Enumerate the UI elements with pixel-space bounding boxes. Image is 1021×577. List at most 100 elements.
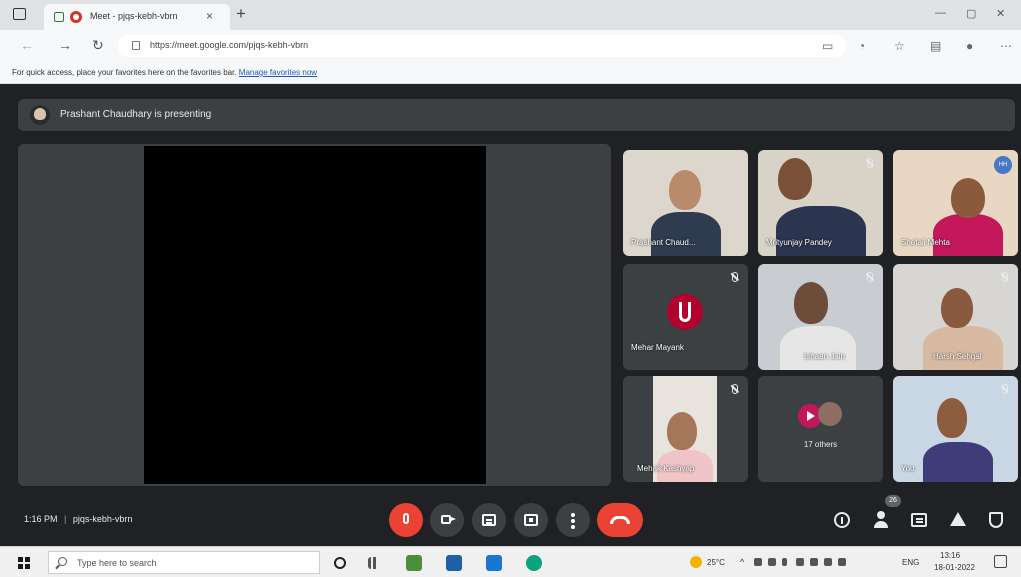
captions-button[interactable] [472, 503, 506, 537]
address-bar[interactable]: https://meet.google.com/pjqs-kebh-vbrn [118, 35, 846, 57]
present-screen-icon [524, 514, 538, 526]
participant-tile[interactable]: Ishaan Jain [758, 264, 883, 370]
activities-icon[interactable] [948, 510, 968, 530]
files-app-icon[interactable] [486, 555, 502, 571]
participant-face [951, 178, 985, 218]
settings-more-icon[interactable]: ⋯ [1000, 39, 1012, 53]
presenting-banner: Prashant Chaudhary is presenting [18, 99, 1015, 131]
collections-icon[interactable]: ▤ [930, 39, 941, 53]
reload-button[interactable]: ↻ [92, 37, 104, 54]
participant-name: Prashant Chaud... [631, 238, 696, 247]
maximize-button[interactable]: ▢ [966, 7, 976, 20]
manage-favorites-link[interactable]: Manage favorites now [239, 68, 317, 77]
mic-off-icon [732, 272, 738, 282]
more-vert-icon [571, 513, 575, 517]
participant-body [651, 212, 721, 256]
forward-button[interactable]: → [58, 37, 72, 53]
participant-body [776, 206, 866, 256]
participant-tile[interactable]: HH Shefali Mehta [893, 150, 1018, 256]
chat-icon[interactable] [911, 513, 927, 527]
participant-tile-others[interactable]: 17 others [758, 376, 883, 482]
participant-name: Shefali Mehta [901, 238, 950, 247]
tray-app-icon[interactable] [810, 558, 818, 566]
mic-off-icon [867, 272, 873, 282]
lock-icon[interactable] [132, 41, 140, 50]
participant-face [778, 158, 812, 200]
tab-close-icon[interactable]: × [206, 9, 213, 23]
participant-body [933, 214, 1003, 256]
task-view-icon[interactable] [368, 557, 384, 569]
present-now-button[interactable] [514, 503, 548, 537]
presentation-panel[interactable] [18, 144, 611, 486]
mic-off-icon [1002, 384, 1008, 394]
meeting-time: 1:16 PM [24, 514, 58, 524]
new-tab-button[interactable]: + [236, 4, 246, 24]
participant-name: Mehar Mayank [631, 343, 684, 352]
host-controls-icon[interactable] [989, 512, 1003, 528]
battery-icon[interactable] [782, 558, 787, 566]
more-options-button[interactable] [556, 503, 590, 537]
browser-tab-bar: Meet - pjqs-kebh-vbrn × + — ▢ ✕ [0, 0, 1021, 30]
favorites-bar: For quick access, place your favorites h… [0, 62, 1021, 84]
notifications-icon[interactable] [994, 555, 1007, 568]
tray-app-icon[interactable] [754, 558, 762, 566]
mic-off-icon [732, 384, 738, 394]
participant-face [667, 412, 697, 450]
hang-up-icon [610, 516, 630, 524]
camera-indicator-icon[interactable]: ▭ [822, 39, 833, 53]
taskbar-clock-time[interactable]: 13:16 [940, 551, 960, 560]
participant-tile[interactable]: Mrityunjay Pandey [758, 150, 883, 256]
camera-toggle-button[interactable] [430, 503, 464, 537]
favorites-prompt: For quick access, place your favorites h… [12, 68, 317, 77]
people-icon[interactable] [872, 510, 892, 530]
presenter-avatar [30, 105, 50, 125]
volume-icon[interactable] [824, 558, 832, 566]
weather-sun-icon[interactable] [690, 556, 702, 568]
maps-app-icon[interactable] [406, 555, 422, 571]
taskbar-search-placeholder[interactable]: Type here to search [77, 558, 157, 568]
profile-icon[interactable]: ● [966, 39, 973, 53]
tab-actions-icon[interactable] [13, 8, 26, 20]
weather-temperature[interactable]: 25°C [707, 558, 725, 567]
tray-app-icon[interactable] [768, 558, 776, 566]
windows-start-icon[interactable] [18, 557, 30, 569]
favorites-prompt-text: For quick access, place your favorites h… [12, 68, 237, 77]
input-language[interactable]: ENG [902, 558, 919, 567]
minimize-button[interactable]: — [935, 7, 946, 19]
url-text[interactable]: https://meet.google.com/pjqs-kebh-vbrn [150, 40, 308, 50]
others-avatar-icon [818, 402, 842, 426]
participant-name: Ishaan Jain [804, 352, 845, 361]
back-button[interactable]: ← [20, 37, 34, 53]
taskbar-search-box[interactable]: Type here to search [48, 551, 320, 574]
microphone-toggle-button[interactable] [389, 503, 423, 537]
meet-window: Prashant Chaudhary is presenting Prashan… [0, 84, 1021, 546]
participant-tile[interactable]: Prashant Chaud... [623, 150, 748, 256]
edge-browser-icon[interactable] [526, 555, 542, 571]
participant-body [780, 326, 856, 370]
tray-app-icon[interactable] [838, 558, 846, 566]
search-icon [58, 557, 67, 566]
leave-call-button[interactable] [597, 503, 643, 537]
favorite-star-icon[interactable]: ☆ [894, 39, 905, 53]
recording-icon [70, 11, 82, 23]
participant-tile[interactable]: Harsh Sehgal [893, 264, 1018, 370]
meeting-info-icon[interactable] [834, 512, 850, 528]
show-hidden-icons[interactable]: ^ [740, 557, 744, 567]
cortana-icon[interactable] [334, 557, 346, 569]
network-icon[interactable] [796, 558, 804, 566]
store-app-icon[interactable] [446, 555, 462, 571]
read-aloud-icon[interactable]: ◔ [858, 39, 865, 53]
participant-tile[interactable]: Mehak Kashyap [623, 376, 748, 482]
participant-tile[interactable]: Mehar Mayank [623, 264, 748, 370]
browser-tab-meet[interactable]: Meet - pjqs-kebh-vbrn × [44, 4, 230, 30]
address-toolbar: ← → ↻ https://meet.google.com/pjqs-kebh-… [0, 30, 1021, 62]
participant-body [923, 442, 993, 482]
participant-tile-self[interactable]: You [893, 376, 1018, 482]
taskbar-clock-date[interactable]: 18-01-2022 [934, 563, 975, 572]
windows-taskbar: Type here to search 25°C ^ ENG 13:16 18-… [0, 546, 1021, 577]
close-window-button[interactable]: ✕ [996, 7, 1005, 20]
participant-face [669, 170, 701, 210]
others-count-label: 17 others [803, 440, 838, 449]
mic-off-icon [403, 513, 409, 524]
participant-name: Mehak Kashyap [637, 464, 695, 473]
